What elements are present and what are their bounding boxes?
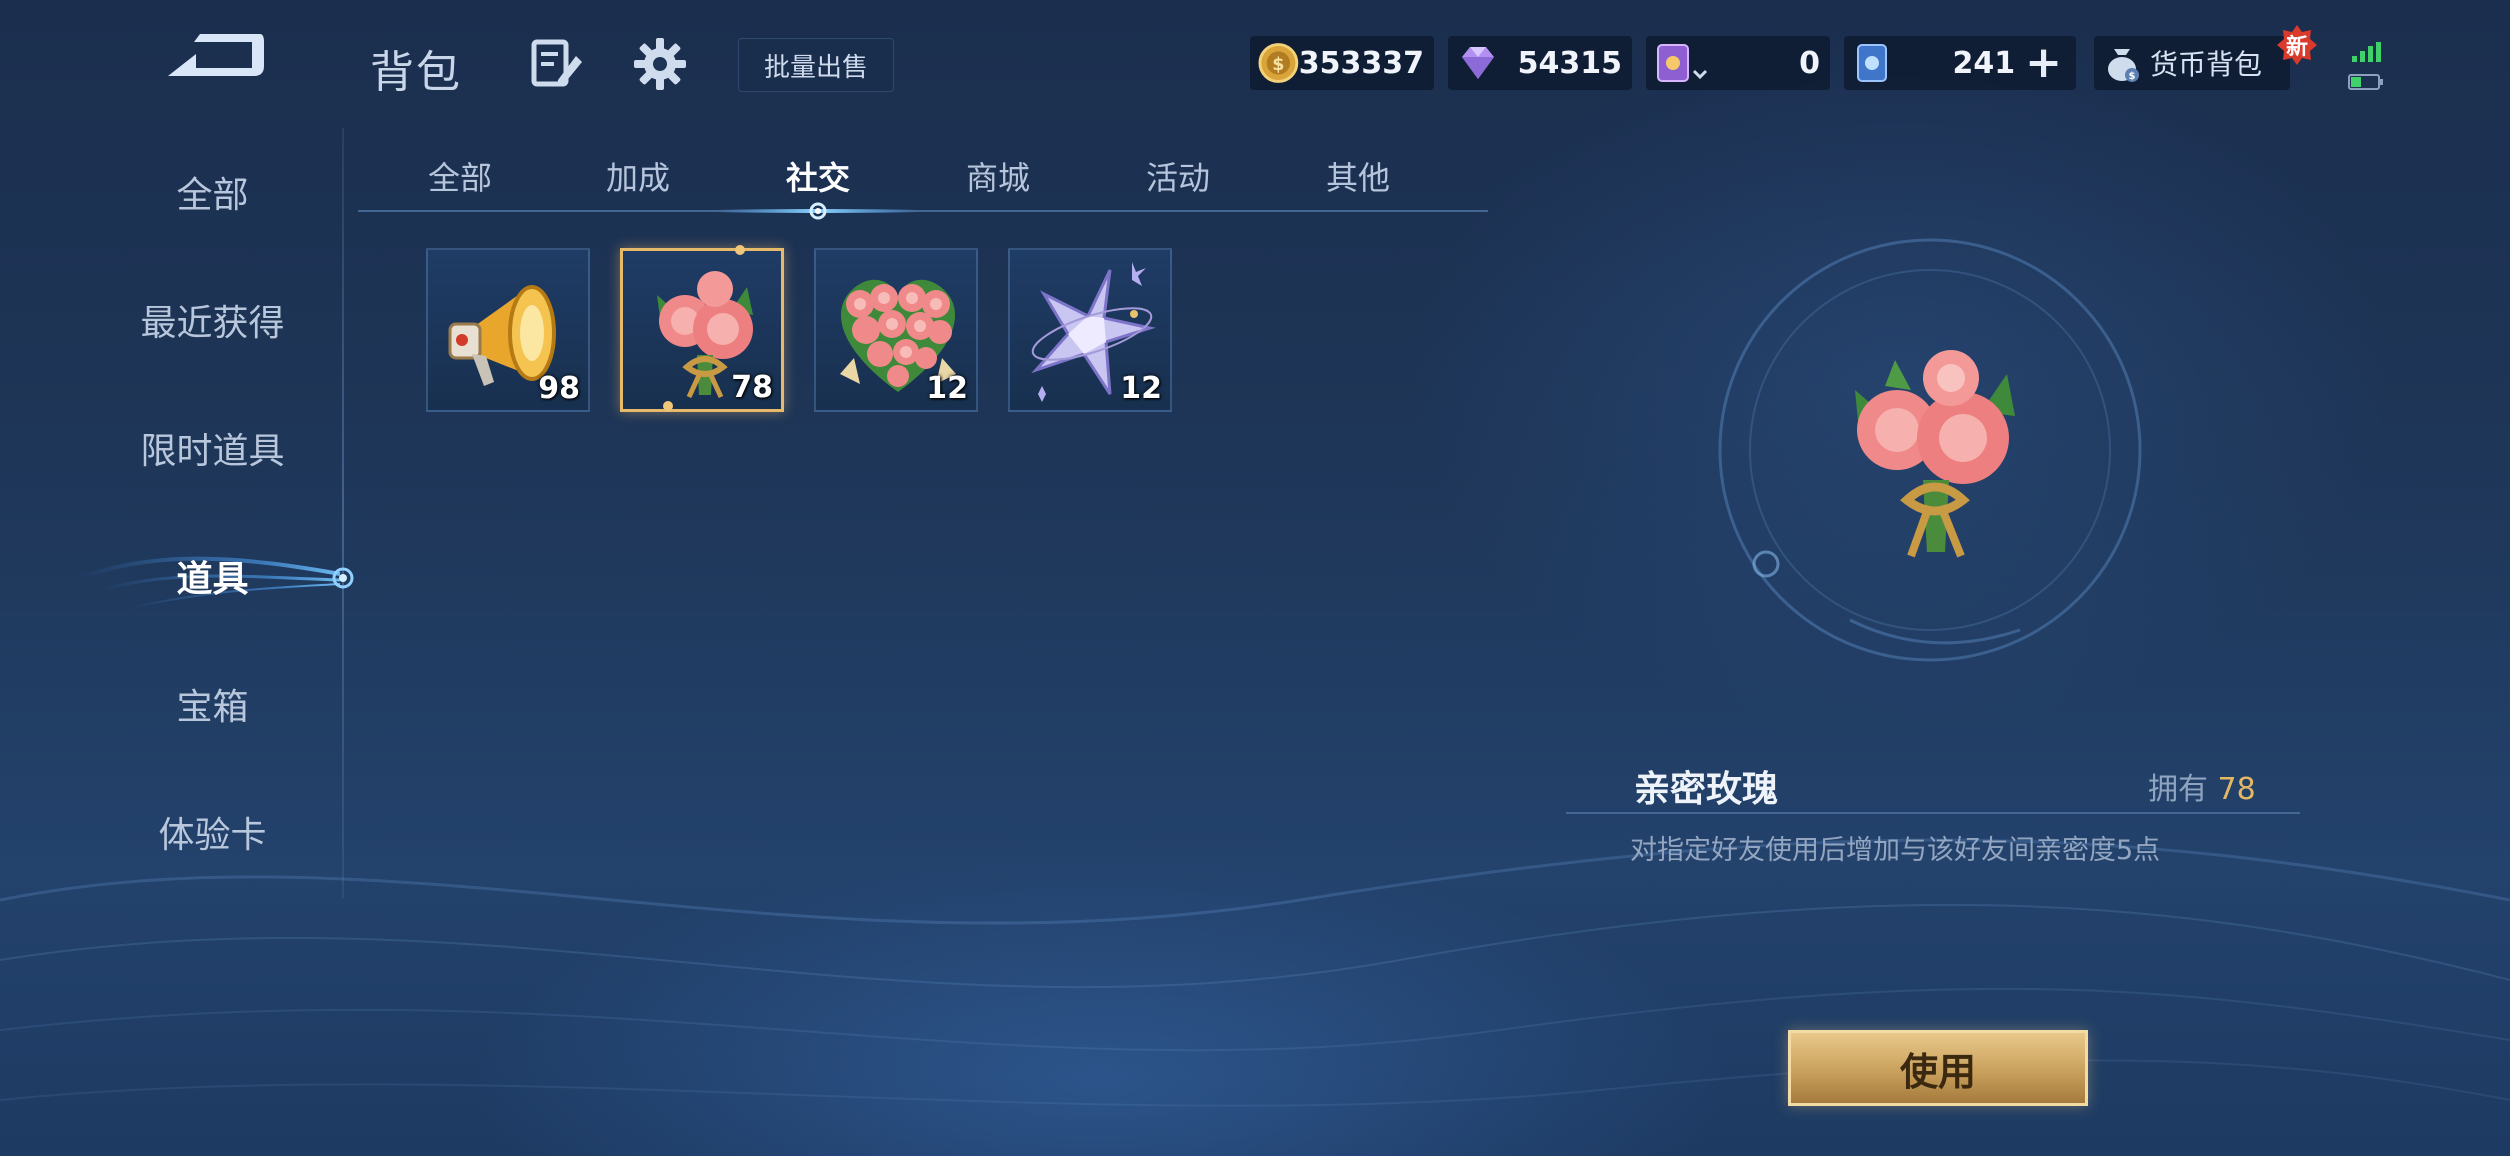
back-button[interactable] — [160, 28, 270, 88]
gold-amount: 353337 — [1298, 45, 1424, 81]
new-badge: 新 — [2276, 24, 2318, 66]
sidebar-item-all[interactable]: 全部 — [80, 152, 345, 232]
tab-shop[interactable]: 商城 — [923, 148, 1073, 204]
currency-wallet-label: 货币背包 — [2150, 48, 2263, 81]
tab-all[interactable]: 全部 — [385, 148, 535, 204]
item-slot-rose-heart[interactable]: 12 — [814, 248, 978, 412]
back-arrow-icon — [168, 34, 264, 76]
item-description: 对指定好友使用后增加与该好友间亲密度5点 — [1630, 835, 2161, 866]
add-coupon-button[interactable]: + — [2025, 41, 2062, 85]
ticket-card-icon — [1657, 44, 1708, 82]
selection-corner — [735, 245, 745, 255]
svg-text:$: $ — [2129, 71, 2136, 82]
tabs-divider — [358, 210, 1488, 212]
sidebar-item-limited[interactable]: 限时道具 — [80, 408, 345, 488]
sidebar-item-props[interactable]: 道具 — [80, 536, 345, 616]
item-slot-rose-bouquet[interactable]: 78 — [620, 245, 784, 412]
money-bag-icon: $ — [2108, 49, 2139, 82]
gear-icon — [634, 38, 686, 90]
detail-divider — [1566, 812, 2300, 814]
selection-corner — [663, 401, 673, 411]
tab-social[interactable]: 社交 — [743, 148, 893, 204]
edit-list-icon — [531, 39, 582, 87]
sidebar-item-chests[interactable]: 宝箱 — [80, 664, 345, 744]
item-name: 亲密玫瑰 — [1634, 769, 1779, 810]
rose-bouquet-preview-icon — [1855, 350, 2015, 558]
battery-icon — [2348, 74, 2383, 90]
tab-events[interactable]: 活动 — [1103, 148, 1253, 204]
currency-wallet-button[interactable]: $ 货币背包 — [2094, 36, 2290, 90]
ticket-currency: 0 — [1646, 36, 1830, 90]
signal-strength-icon — [2352, 42, 2381, 62]
sidebar-item-trial-cards[interactable]: 体验卡 — [80, 792, 345, 872]
settings-button[interactable] — [632, 36, 688, 92]
svg-text:$: $ — [1272, 55, 1284, 75]
background-waves — [0, 838, 2510, 1107]
item-count: 98 — [538, 371, 580, 406]
gold-coin-icon: $ — [1258, 43, 1299, 83]
item-slot-megaphone[interactable]: 98 — [426, 248, 590, 412]
coupon-currency: 241 + — [1844, 36, 2076, 90]
gold-currency: $ 353337 — [1250, 36, 1434, 90]
sidebar-divider — [342, 128, 344, 898]
coupon-amount: 241 — [1952, 45, 2016, 81]
edit-button[interactable] — [528, 36, 584, 92]
diamond-icon — [1462, 47, 1494, 79]
coupon-card-icon — [1857, 44, 1887, 82]
owned-count: 拥有 78 — [2148, 772, 2256, 807]
bulk-sell-button[interactable]: 批量出售 — [738, 38, 894, 92]
item-count: 78 — [731, 370, 773, 405]
tab-other[interactable]: 其他 — [1283, 148, 1433, 204]
diamond-amount: 54315 — [1517, 45, 1622, 81]
tab-boost[interactable]: 加成 — [563, 148, 713, 204]
tab-active-indicator — [718, 202, 918, 220]
ticket-amount: 0 — [1799, 45, 1820, 81]
item-count: 12 — [1120, 371, 1162, 406]
item-count: 12 — [926, 371, 968, 406]
use-button[interactable]: 使用 — [1788, 1030, 2088, 1106]
page-title: 背包 — [370, 47, 462, 98]
item-slot-crystal-star[interactable]: 12 — [1008, 248, 1172, 412]
diamond-currency: 54315 — [1448, 36, 1632, 90]
sidebar-item-recent[interactable]: 最近获得 — [80, 280, 345, 360]
